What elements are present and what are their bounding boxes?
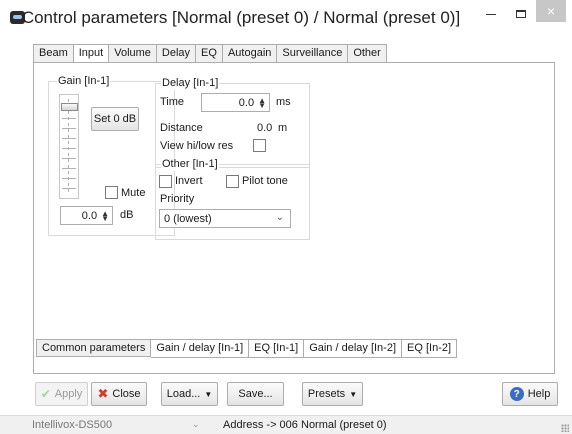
set-0db-button[interactable]: Set 0 dB bbox=[91, 107, 139, 131]
other-group-label: Other [In-1] bbox=[161, 158, 219, 171]
tab-other[interactable]: Other bbox=[348, 44, 387, 63]
caret-down-icon: ▼ bbox=[349, 389, 358, 399]
resize-grip-icon[interactable] bbox=[561, 424, 569, 432]
pilot-tone-label: Pilot tone bbox=[242, 175, 288, 187]
presets-button[interactable]: Presets ▼ bbox=[302, 382, 363, 406]
close-icon: × bbox=[546, 3, 556, 19]
subtab-eq-in2[interactable]: EQ [In-2] bbox=[402, 339, 458, 358]
save-label: Save... bbox=[238, 388, 273, 400]
close-button[interactable]: ✖ Close bbox=[91, 382, 147, 406]
apply-label: Apply bbox=[54, 388, 83, 400]
presets-label: Presets bbox=[307, 388, 346, 400]
tab-delay[interactable]: Delay bbox=[156, 44, 197, 63]
main-tabs: Beam Input Volume Delay EQ Autogain Surv… bbox=[33, 44, 387, 64]
subtab-gain-delay-in2[interactable]: Gain / delay [In-2] bbox=[304, 339, 403, 358]
priority-value: 0 (lowest) bbox=[164, 212, 212, 225]
mute-checkbox[interactable] bbox=[105, 186, 118, 199]
spin-arrows-icon[interactable]: ▲ ▼ bbox=[258, 96, 266, 109]
mute-row: Mute bbox=[105, 186, 145, 199]
invert-label: Invert bbox=[175, 175, 203, 187]
tab-volume[interactable]: Volume bbox=[109, 44, 157, 63]
minimize-button[interactable] bbox=[476, 0, 506, 28]
pilot-tone-checkbox[interactable] bbox=[226, 175, 239, 188]
tab-beam[interactable]: Beam bbox=[33, 44, 74, 63]
tab-autogain[interactable]: Autogain bbox=[222, 44, 278, 63]
status-device[interactable]: Intellivox-DS500 bbox=[32, 419, 112, 431]
gain-slider-ticks bbox=[62, 99, 76, 193]
gain-value: 0.0 bbox=[81, 209, 98, 222]
delay-group: Delay [In-1] Time 0.0 ▲ ▼ ms Distance 0.0… bbox=[155, 77, 310, 168]
load-label: Load... bbox=[166, 388, 201, 400]
distance-unit: m bbox=[278, 122, 288, 134]
gain-spinbox[interactable]: 0.0 ▲ ▼ bbox=[60, 206, 113, 225]
distance-value: 0.0 bbox=[257, 122, 273, 134]
mute-label: Mute bbox=[121, 186, 146, 199]
apply-button[interactable]: ✔ Apply bbox=[35, 382, 88, 406]
time-label: Time bbox=[160, 96, 185, 108]
tab-eq[interactable]: EQ bbox=[196, 44, 223, 63]
priority-select[interactable]: 0 (lowest) ⌄ bbox=[159, 209, 291, 228]
view-res-label: View hi/low res bbox=[160, 140, 234, 152]
subtab-common-parameters[interactable]: Common parameters bbox=[36, 339, 152, 357]
maximize-button[interactable] bbox=[506, 0, 536, 28]
time-value: 0.0 bbox=[238, 96, 255, 109]
spin-arrows-icon[interactable]: ▲ ▼ bbox=[101, 209, 109, 222]
tab-surveillance[interactable]: Surveillance bbox=[277, 44, 349, 63]
close-x-icon: ✖ bbox=[97, 386, 109, 401]
close-label: Close bbox=[112, 388, 141, 400]
status-bar: Intellivox-DS500 ⌄ Address -> 006 Normal… bbox=[0, 415, 572, 434]
gain-slider[interactable] bbox=[59, 94, 79, 199]
subtab-eq-in1[interactable]: EQ [In-1] bbox=[249, 339, 305, 358]
distance-label: Distance bbox=[160, 122, 203, 134]
gain-unit: dB bbox=[120, 209, 134, 221]
help-label: Help bbox=[527, 388, 551, 400]
gain-slider-thumb[interactable] bbox=[61, 103, 78, 111]
chevron-down-icon: ⌄ bbox=[275, 212, 284, 223]
time-spinbox[interactable]: 0.0 ▲ ▼ bbox=[201, 93, 270, 112]
chevron-down-icon[interactable]: ⌄ bbox=[192, 419, 200, 430]
minimize-icon bbox=[486, 13, 496, 15]
invert-checkbox[interactable] bbox=[159, 175, 172, 188]
checkmark-icon: ✔ bbox=[40, 387, 51, 401]
status-preset: Normal (preset 0) bbox=[301, 419, 387, 431]
other-group: Other [In-1] Invert Pilot tone Priority … bbox=[155, 158, 310, 240]
gain-group-label: Gain [In-1] bbox=[57, 75, 111, 88]
help-button[interactable]: ? Help bbox=[502, 382, 558, 406]
maximize-icon bbox=[516, 10, 526, 18]
tab-input[interactable]: Input bbox=[73, 44, 110, 64]
view-res-checkbox[interactable] bbox=[253, 139, 266, 152]
load-button[interactable]: Load... ▼ bbox=[161, 382, 218, 406]
title-bar: Control parameters [Normal (preset 0) / … bbox=[0, 0, 572, 36]
input-tab-panel: Gain [In-1] Set 0 dB Mute 0.0 ▲ ▼ dB Dela… bbox=[33, 62, 555, 374]
time-unit: ms bbox=[276, 96, 291, 108]
status-address: Address -> 006 bbox=[223, 419, 298, 431]
help-icon: ? bbox=[509, 387, 524, 401]
subtab-gain-delay-in1[interactable]: Gain / delay [In-1] bbox=[151, 339, 250, 358]
save-button[interactable]: Save... bbox=[227, 382, 284, 406]
delay-group-label: Delay [In-1] bbox=[161, 77, 220, 90]
priority-label: Priority bbox=[160, 193, 195, 205]
input-subtabs: Common parameters Gain / delay [In-1] EQ… bbox=[36, 339, 458, 359]
caret-down-icon: ▼ bbox=[204, 389, 213, 399]
window-close-button[interactable]: × bbox=[536, 0, 566, 22]
